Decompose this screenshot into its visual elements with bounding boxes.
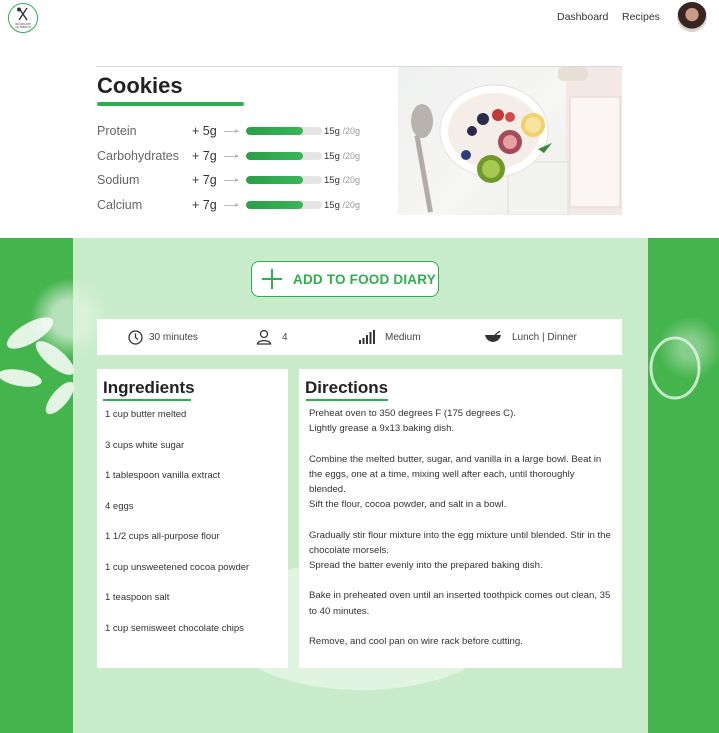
ingredient-item: 1 cup unsweetened cocoa powder <box>105 561 250 573</box>
nutrient-increment: + 7g <box>192 149 217 163</box>
meal-value: Lunch | Dinner <box>512 331 577 343</box>
info-servings: 4 <box>256 319 288 355</box>
directions-text: Preheat oven to 350 degrees F (175 degre… <box>309 406 611 649</box>
logo-text: RECIPE APP NUTRIENTS <box>15 23 31 29</box>
ingredients-underline <box>103 399 191 401</box>
ingredient-item: 1 1/2 cups all-purpose flour <box>105 531 220 542</box>
info-difficulty: Medium <box>359 319 421 355</box>
nutrient-row: Protein + 5g 15g /20g <box>97 124 387 140</box>
nutrient-increment: + 7g <box>192 173 217 187</box>
direction-line: Bake in preheated oven until an inserted… <box>309 590 611 617</box>
nutrient-max: /20g <box>342 126 361 136</box>
avatar[interactable] <box>677 2 707 32</box>
plus-icon <box>261 268 283 290</box>
nutrient-current: 15g <box>324 151 340 162</box>
arrow-right-icon <box>224 203 239 207</box>
info-time: 30 minutes <box>128 319 198 355</box>
direction-spacer <box>309 512 611 527</box>
nutrient-current: 15g <box>324 175 340 186</box>
ingredient-item: 1 cup butter melted <box>105 409 187 420</box>
nutrient-value: 15g /20g <box>324 126 360 137</box>
bowl-icon <box>485 331 501 342</box>
recipe-photo <box>398 67 622 215</box>
food-bowl-image <box>411 67 622 215</box>
ingredient-item: 3 cups white sugar <box>105 439 185 451</box>
nutrient-name: Carbohydrates <box>97 149 179 163</box>
recipe-title: Cookies <box>97 73 183 98</box>
title-underline <box>97 102 244 106</box>
nutrient-value: 15g /20g <box>324 200 360 211</box>
arrow-right-icon <box>224 154 239 158</box>
nutrient-row: Sodium + 7g 15g /20g <box>97 173 387 189</box>
directions-underline <box>306 399 388 401</box>
nutrient-increment: + 5g <box>192 124 217 138</box>
nutrient-current: 15g <box>324 200 340 211</box>
nutrient-max: /20g <box>342 200 361 210</box>
add-to-food-diary-button[interactable]: ADD TO FOOD DIARY <box>251 261 439 297</box>
nutrient-max: /20g <box>342 175 361 185</box>
direction-spacer <box>309 619 611 634</box>
arrow-right-icon <box>224 129 239 133</box>
add-to-food-diary-label: ADD TO FOOD DIARY <box>293 272 436 287</box>
ingredients-title: Ingredients <box>103 378 195 397</box>
time-value: 30 minutes <box>149 331 198 343</box>
nutrient-progress-fill <box>246 176 303 184</box>
nutrient-progress-bar <box>246 152 322 160</box>
ingredient-item: 1 cup semisweet chocolate chips <box>105 622 244 634</box>
nav-dashboard[interactable]: Dashboard <box>557 11 608 23</box>
direction-line: Sift the flour, cocoa powder, and salt i… <box>309 499 507 511</box>
direction-spacer <box>309 573 611 588</box>
directions-title: Directions <box>305 378 389 397</box>
clock-icon <box>128 329 143 345</box>
directions-card: Directions Preheat oven to 350 degrees F… <box>299 369 622 668</box>
direction-line: Gradually stir flour mixture into the eg… <box>309 529 611 556</box>
ingredient-item: 1 tablespoon vanilla extract <box>105 470 221 481</box>
nutrient-max: /20g <box>342 151 361 161</box>
nutrient-progress-fill <box>246 201 303 209</box>
difficulty-value: Medium <box>385 331 421 343</box>
person-icon <box>256 329 272 345</box>
nutrient-progress-bar <box>246 176 322 184</box>
nutrient-name: Sodium <box>97 173 140 187</box>
arrow-right-icon <box>224 178 239 182</box>
nutrient-progress-bar <box>246 201 322 209</box>
nav-recipes[interactable]: Recipes <box>622 11 660 23</box>
direction-line: Combine the melted butter, sugar, and va… <box>309 453 602 495</box>
info-meal: Lunch | Dinner <box>484 319 577 355</box>
nutrient-value: 15g /20g <box>324 175 360 186</box>
direction-line: Preheat oven to 350 degrees F (175 degre… <box>309 408 516 419</box>
direction-line: Lightly grease a 9x13 baking dish. <box>309 423 455 435</box>
ingredient-item: 4 eggs <box>105 500 134 512</box>
nutrient-progress-bar <box>246 127 322 135</box>
nutrient-row: Carbohydrates + 7g 15g /20g <box>97 149 387 165</box>
nutrient-progress-fill <box>246 127 303 135</box>
direction-line: Remove, and cool pan on wire rack before… <box>309 635 523 647</box>
recipe-info-bar: 30 minutes 4 Medium Lunch | Dinner <box>97 319 622 355</box>
nutrient-value: 15g /20g <box>324 151 360 162</box>
nutrient-name: Calcium <box>97 198 143 212</box>
nutrient-current: 15g <box>324 126 340 137</box>
direction-spacer <box>309 436 611 451</box>
nutrient-row: Calcium + 7g 15g /20g <box>97 198 387 214</box>
servings-value: 4 <box>282 331 288 343</box>
nutrient-progress-fill <box>246 152 303 160</box>
direction-line: Spread the batter evenly into the prepar… <box>309 560 543 571</box>
logo[interactable]: RECIPE APP NUTRIENTS <box>8 3 38 33</box>
nutrient-increment: + 7g <box>192 198 217 212</box>
signal-bars-icon <box>359 330 375 344</box>
ingredient-item: 1 teaspoon salt <box>105 592 170 603</box>
nutrient-name: Protein <box>97 124 137 138</box>
utensils-icon <box>17 7 28 21</box>
ingredients-card: Ingredients 1 cup butter melted 3 cups wh… <box>97 369 288 668</box>
top-header: RECIPE APP NUTRIENTS Dashboard Recipes <box>0 0 719 40</box>
